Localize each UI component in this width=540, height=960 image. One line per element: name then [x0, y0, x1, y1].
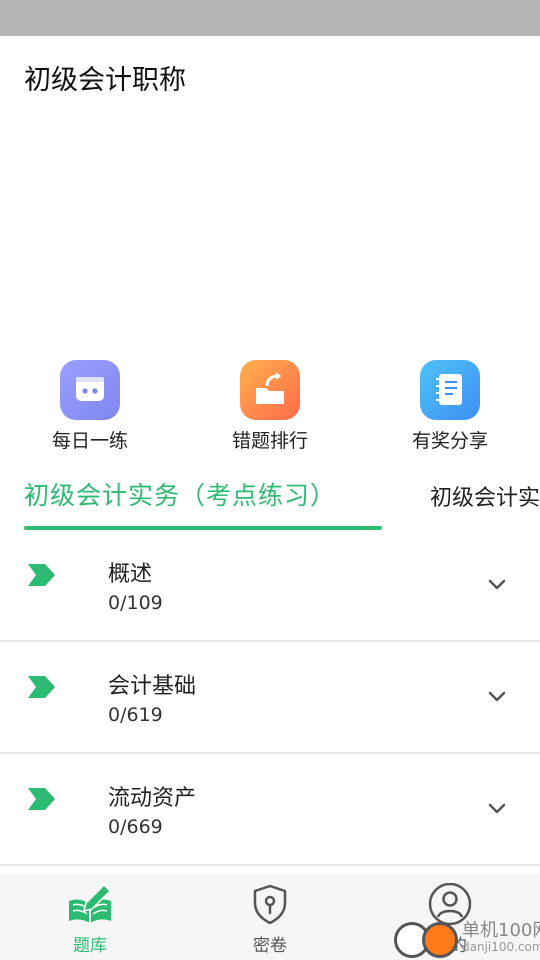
chapter-item-current-assets[interactable]: 流动资产 0/669 [0, 754, 540, 866]
nav-secret-papers[interactable]: 密卷 [210, 883, 330, 956]
subject-tabs: 初级会计实务（考点练习） 初级会计实务 [0, 470, 540, 532]
wrong-question-ranking-label: 错题排行 [231, 430, 308, 452]
quick-actions: 每日一练 错题排行 有奖分享 [0, 360, 540, 455]
chapter-progress: 0/109 [108, 592, 163, 614]
record-circle-icon [422, 922, 458, 958]
page-title: 初级会计职称 [24, 65, 186, 96]
chapter-list: 概述 0/109 会计基础 0/619 流动资产 0/669 [0, 530, 540, 866]
tab-practical-accounting-points[interactable]: 初级会计实务（考点练习） [24, 476, 336, 512]
shield-lock-icon [249, 884, 291, 929]
share-folder-icon [240, 360, 300, 420]
watermark-url: danji100.com [462, 940, 540, 954]
status-bar [0, 0, 540, 36]
chapter-marker-icon [28, 676, 56, 702]
nav-question-bank-label: 题库 [73, 936, 107, 956]
robot-face-icon [60, 360, 120, 420]
chapter-title: 会计基础 [108, 674, 197, 699]
chevron-down-icon[interactable] [484, 572, 510, 602]
reward-share-button[interactable]: 有奖分享 [390, 360, 510, 453]
watermark-text: 单机100网 [462, 920, 540, 941]
nav-secret-papers-label: 密卷 [253, 936, 287, 956]
chapter-marker-icon [28, 788, 56, 814]
chapter-title: 概述 [108, 562, 153, 587]
watermark-logo: 单机100网 danji100.com [392, 912, 540, 960]
chevron-down-icon[interactable] [484, 684, 510, 714]
wrong-question-ranking-button[interactable]: 错题排行 [210, 360, 330, 453]
daily-practice-button[interactable]: 每日一练 [30, 360, 150, 453]
reward-share-label: 有奖分享 [411, 430, 488, 452]
book-pen-icon [66, 883, 114, 929]
chapter-progress: 0/669 [108, 816, 163, 838]
tab-practical-accounting[interactable]: 初级会计实务 [430, 480, 540, 512]
chapter-title: 流动资产 [108, 786, 197, 811]
chevron-down-icon[interactable] [484, 796, 510, 826]
chapter-marker-icon [28, 564, 56, 590]
daily-practice-label: 每日一练 [51, 430, 128, 452]
chapter-progress: 0/619 [108, 704, 163, 726]
notebook-icon [420, 360, 480, 420]
nav-question-bank[interactable]: 题库 [30, 883, 150, 956]
chapter-item-overview[interactable]: 概述 0/109 [0, 530, 540, 642]
chapter-item-accounting-basics[interactable]: 会计基础 0/619 [0, 642, 540, 754]
